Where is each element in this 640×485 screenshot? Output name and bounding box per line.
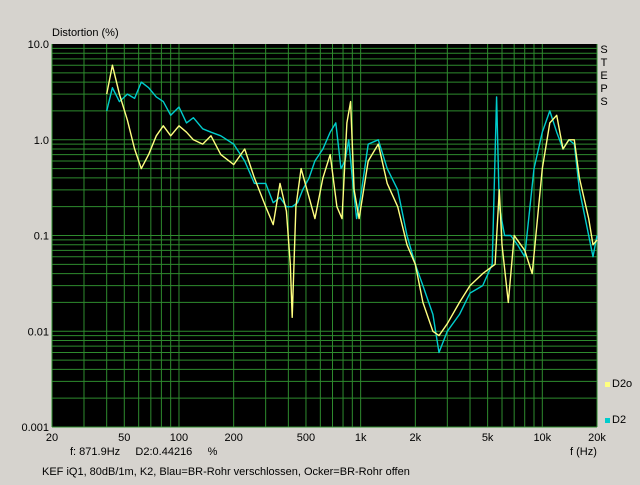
x-tick-label: 50: [118, 432, 130, 444]
y-tick-label: 1.0: [34, 135, 49, 147]
readout-value: D2:0.44216: [135, 446, 193, 458]
cursor-readout: f: 871.9Hz D2:0.44216 %: [70, 446, 217, 458]
legend-swatch-d2: [605, 417, 610, 423]
x-tick-label: 5k: [482, 432, 494, 444]
caption: KEF iQ1, 80dB/1m, K2, Blau=BR-Rohr versc…: [42, 466, 410, 478]
chart-title: Distortion (%): [52, 27, 119, 39]
legend-swatch-d2o: [605, 381, 610, 387]
x-tick-label: 2k: [410, 432, 422, 444]
legend-item-d2o: D2o: [605, 378, 632, 390]
x-tick-label: 1k: [355, 432, 367, 444]
legend-item-d2: D2: [605, 414, 626, 426]
x-axis-label: f (Hz): [570, 446, 597, 458]
x-tick-label: 500: [297, 432, 315, 444]
x-tick-label: 200: [224, 432, 242, 444]
readout-frequency: f: 871.9Hz: [70, 446, 121, 458]
distortion-chart: 20 50 100 200 500 1k 2k 5k 10k 20k10.01.00.10.010…: [21, 39, 606, 444]
y-tick-label: 0.001: [21, 422, 49, 434]
y-tick-label: 0.1: [34, 231, 49, 243]
legend-label-d2o: D2o: [612, 378, 633, 390]
legend-label-d2: D2: [612, 414, 627, 426]
readout-unit: %: [207, 446, 218, 458]
y-tick-label: 10.0: [28, 39, 49, 51]
x-tick-label: 100: [170, 432, 188, 444]
x-tick-label: 10k: [533, 432, 551, 444]
x-tick-label: 20k: [588, 432, 606, 444]
steps-label: STEPS: [600, 44, 608, 108]
y-tick-label: 0.01: [28, 326, 49, 338]
